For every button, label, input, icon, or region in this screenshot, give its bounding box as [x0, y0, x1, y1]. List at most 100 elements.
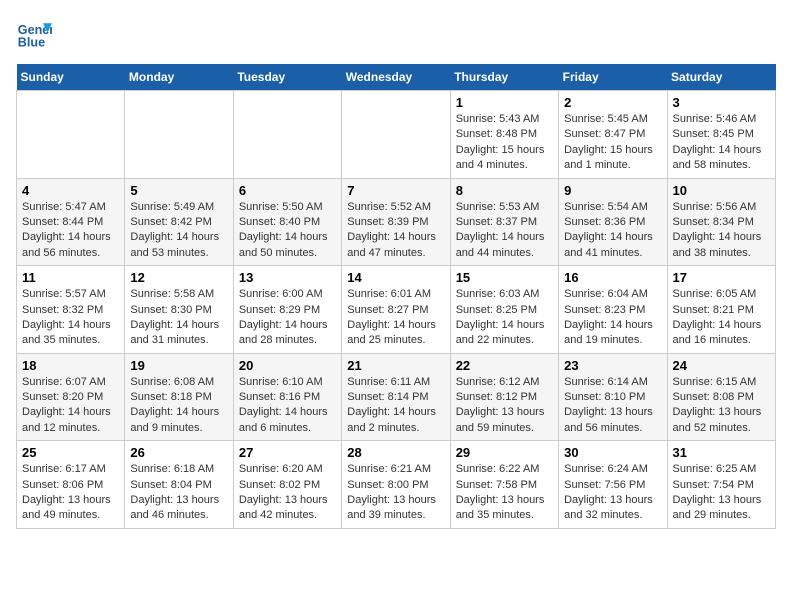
day-number: 12 — [130, 270, 227, 285]
calendar-cell: 20 Sunrise: 6:10 AM Sunset: 8:16 PM Dayli… — [233, 353, 341, 441]
calendar-cell: 3 Sunrise: 5:46 AM Sunset: 8:45 PM Daylig… — [667, 91, 775, 179]
weekday-header-tuesday: Tuesday — [233, 64, 341, 91]
day-info: Sunrise: 5:45 AM Sunset: 8:47 PM Dayligh… — [564, 112, 661, 174]
weekday-header-saturday: Saturday — [667, 64, 775, 91]
calendar-cell: 18Sunrise: 6:07 AM Sunset: 8:20 PM Dayli… — [17, 353, 125, 441]
calendar-cell: 31 Sunrise: 6:25 AM Sunset: 7:54 PM Dayli… — [667, 441, 775, 529]
day-info: Sunrise: 5:46 AM Sunset: 8:45 PM Dayligh… — [673, 112, 770, 174]
calendar-cell: 14 Sunrise: 6:01 AM Sunset: 8:27 PM Dayli… — [342, 266, 450, 354]
day-number: 3 — [673, 95, 770, 110]
calendar-cell: 15 Sunrise: 6:03 AM Sunset: 8:25 PM Dayli… — [450, 266, 558, 354]
day-info: Sunrise: 6:10 AM Sunset: 8:16 PM Dayligh… — [239, 375, 336, 437]
day-info: Sunrise: 6:21 AM Sunset: 8:00 PM Dayligh… — [347, 462, 444, 524]
calendar-cell — [17, 91, 125, 179]
day-number: 4 — [22, 183, 119, 198]
calendar-cell: 22 Sunrise: 6:12 AM Sunset: 8:12 PM Dayli… — [450, 353, 558, 441]
day-number: 24 — [673, 358, 770, 373]
calendar-cell: 11Sunrise: 5:57 AM Sunset: 8:32 PM Dayli… — [17, 266, 125, 354]
day-info: Sunrise: 5:58 AM Sunset: 8:30 PM Dayligh… — [130, 287, 227, 349]
day-info: Sunrise: 6:25 AM Sunset: 7:54 PM Dayligh… — [673, 462, 770, 524]
day-number: 11 — [22, 270, 119, 285]
day-info: Sunrise: 6:03 AM Sunset: 8:25 PM Dayligh… — [456, 287, 553, 349]
calendar-cell: 10 Sunrise: 5:56 AM Sunset: 8:34 PM Dayli… — [667, 178, 775, 266]
day-number: 25 — [22, 445, 119, 460]
weekday-header-monday: Monday — [125, 64, 233, 91]
day-number: 14 — [347, 270, 444, 285]
calendar-cell: 12 Sunrise: 5:58 AM Sunset: 8:30 PM Dayli… — [125, 266, 233, 354]
day-info: Sunrise: 6:01 AM Sunset: 8:27 PM Dayligh… — [347, 287, 444, 349]
calendar-cell: 29 Sunrise: 6:22 AM Sunset: 7:58 PM Dayli… — [450, 441, 558, 529]
day-info: Sunrise: 5:52 AM Sunset: 8:39 PM Dayligh… — [347, 200, 444, 262]
day-number: 29 — [456, 445, 553, 460]
day-number: 26 — [130, 445, 227, 460]
day-info: Sunrise: 5:47 AM Sunset: 8:44 PM Dayligh… — [22, 200, 119, 262]
day-number: 16 — [564, 270, 661, 285]
day-info: Sunrise: 5:43 AM Sunset: 8:48 PM Dayligh… — [456, 112, 553, 174]
day-info: Sunrise: 6:24 AM Sunset: 7:56 PM Dayligh… — [564, 462, 661, 524]
calendar-cell: 1 Sunrise: 5:43 AM Sunset: 8:48 PM Daylig… — [450, 91, 558, 179]
calendar-table: SundayMondayTuesdayWednesdayThursdayFrid… — [16, 64, 776, 529]
day-info: Sunrise: 5:54 AM Sunset: 8:36 PM Dayligh… — [564, 200, 661, 262]
weekday-header-wednesday: Wednesday — [342, 64, 450, 91]
day-info: Sunrise: 6:04 AM Sunset: 8:23 PM Dayligh… — [564, 287, 661, 349]
day-info: Sunrise: 6:12 AM Sunset: 8:12 PM Dayligh… — [456, 375, 553, 437]
day-info: Sunrise: 5:50 AM Sunset: 8:40 PM Dayligh… — [239, 200, 336, 262]
day-number: 28 — [347, 445, 444, 460]
calendar-cell: 19Sunrise: 6:08 AM Sunset: 8:18 PM Dayli… — [125, 353, 233, 441]
day-number: 15 — [456, 270, 553, 285]
calendar-cell: 24 Sunrise: 6:15 AM Sunset: 8:08 PM Dayli… — [667, 353, 775, 441]
day-number: 6 — [239, 183, 336, 198]
day-info: Sunrise: 6:11 AM Sunset: 8:14 PM Dayligh… — [347, 375, 444, 437]
day-number: 22 — [456, 358, 553, 373]
day-number: 23 — [564, 358, 661, 373]
calendar-cell: 17 Sunrise: 6:05 AM Sunset: 8:21 PM Dayli… — [667, 266, 775, 354]
day-info: Sunrise: 5:49 AM Sunset: 8:42 PM Dayligh… — [130, 200, 227, 262]
weekday-header-sunday: Sunday — [17, 64, 125, 91]
calendar-cell: 8 Sunrise: 5:53 AM Sunset: 8:37 PM Daylig… — [450, 178, 558, 266]
day-number: 20 — [239, 358, 336, 373]
day-number: 31 — [673, 445, 770, 460]
day-info: Sunrise: 6:14 AM Sunset: 8:10 PM Dayligh… — [564, 375, 661, 437]
calendar-cell: 27Sunrise: 6:20 AM Sunset: 8:02 PM Dayli… — [233, 441, 341, 529]
day-number: 17 — [673, 270, 770, 285]
calendar-cell: 30 Sunrise: 6:24 AM Sunset: 7:56 PM Dayli… — [559, 441, 667, 529]
logo: General Blue — [16, 16, 56, 52]
calendar-cell: 25Sunrise: 6:17 AM Sunset: 8:06 PM Dayli… — [17, 441, 125, 529]
day-number: 7 — [347, 183, 444, 198]
day-info: Sunrise: 6:20 AM Sunset: 8:02 PM Dayligh… — [239, 462, 336, 524]
weekday-header-friday: Friday — [559, 64, 667, 91]
calendar-cell — [342, 91, 450, 179]
calendar-cell: 28 Sunrise: 6:21 AM Sunset: 8:00 PM Dayli… — [342, 441, 450, 529]
calendar-cell: 6 Sunrise: 5:50 AM Sunset: 8:40 PM Daylig… — [233, 178, 341, 266]
calendar-cell: 23 Sunrise: 6:14 AM Sunset: 8:10 PM Dayli… — [559, 353, 667, 441]
calendar-cell: 21Sunrise: 6:11 AM Sunset: 8:14 PM Dayli… — [342, 353, 450, 441]
day-info: Sunrise: 6:05 AM Sunset: 8:21 PM Dayligh… — [673, 287, 770, 349]
calendar-cell: 16 Sunrise: 6:04 AM Sunset: 8:23 PM Dayli… — [559, 266, 667, 354]
calendar-cell: 9 Sunrise: 5:54 AM Sunset: 8:36 PM Daylig… — [559, 178, 667, 266]
day-info: Sunrise: 6:18 AM Sunset: 8:04 PM Dayligh… — [130, 462, 227, 524]
day-info: Sunrise: 5:53 AM Sunset: 8:37 PM Dayligh… — [456, 200, 553, 262]
day-number: 13 — [239, 270, 336, 285]
day-number: 30 — [564, 445, 661, 460]
day-info: Sunrise: 5:56 AM Sunset: 8:34 PM Dayligh… — [673, 200, 770, 262]
calendar-cell: 13 Sunrise: 6:00 AM Sunset: 8:29 PM Dayli… — [233, 266, 341, 354]
svg-text:Blue: Blue — [18, 36, 45, 50]
day-number: 10 — [673, 183, 770, 198]
day-info: Sunrise: 6:22 AM Sunset: 7:58 PM Dayligh… — [456, 462, 553, 524]
day-info: Sunrise: 6:07 AM Sunset: 8:20 PM Dayligh… — [22, 375, 119, 437]
weekday-header-thursday: Thursday — [450, 64, 558, 91]
calendar-cell: 4 Sunrise: 5:47 AM Sunset: 8:44 PM Daylig… — [17, 178, 125, 266]
day-number: 1 — [456, 95, 553, 110]
day-info: Sunrise: 6:00 AM Sunset: 8:29 PM Dayligh… — [239, 287, 336, 349]
day-number: 9 — [564, 183, 661, 198]
calendar-cell: 7 Sunrise: 5:52 AM Sunset: 8:39 PM Daylig… — [342, 178, 450, 266]
day-number: 5 — [130, 183, 227, 198]
logo-icon: General Blue — [16, 16, 52, 52]
calendar-cell: 5 Sunrise: 5:49 AM Sunset: 8:42 PM Daylig… — [125, 178, 233, 266]
header: General Blue — [16, 16, 776, 52]
calendar-cell — [233, 91, 341, 179]
calendar-cell: 2Sunrise: 5:45 AM Sunset: 8:47 PM Daylig… — [559, 91, 667, 179]
day-info: Sunrise: 6:15 AM Sunset: 8:08 PM Dayligh… — [673, 375, 770, 437]
calendar-cell — [125, 91, 233, 179]
day-number: 8 — [456, 183, 553, 198]
